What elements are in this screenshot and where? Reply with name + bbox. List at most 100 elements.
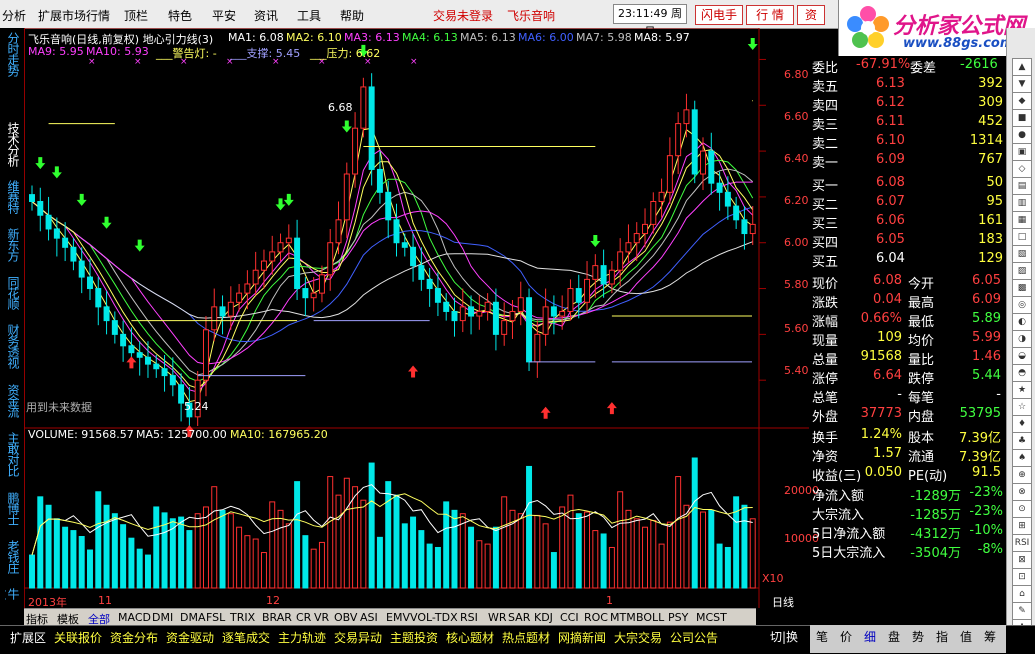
menu-analysis[interactable]: 分析	[2, 7, 26, 24]
toolbar-icon[interactable]: ▼	[1012, 75, 1032, 93]
indicator-tab-trix[interactable]: TRIX	[230, 611, 255, 624]
toolbar-icon[interactable]: ●	[1012, 126, 1032, 144]
toolbar-icon[interactable]: ♠	[1012, 449, 1032, 467]
toolbar-icon[interactable]: ◑	[1012, 330, 1032, 348]
toolbar-icon[interactable]: ⊞	[1012, 517, 1032, 535]
indicator-tab-fsl[interactable]: FSL	[206, 611, 225, 624]
toolbar-icon[interactable]: ♦	[1012, 415, 1032, 433]
buy-level-row[interactable]: 买四 6.05 183	[810, 231, 1005, 251]
bottom-bar-item[interactable]: 主力轨迹	[278, 629, 326, 646]
nav-xindongfang[interactable]: 新东方	[5, 228, 20, 261]
menu-topbar[interactable]: 顶栏	[124, 7, 148, 24]
indicator-tab-rsi[interactable]: RSI	[460, 611, 478, 624]
toolbar-icon[interactable]: ⌂	[1012, 585, 1032, 603]
right-bottom-tab[interactable]: 势	[912, 628, 924, 645]
nav-laoqianzhuang[interactable]: 老钱庄	[5, 540, 20, 573]
toolbar-icon[interactable]: ◐	[1012, 313, 1032, 331]
indicator-tab-dma[interactable]: DMA	[180, 611, 206, 624]
toolbar-icon[interactable]: ⊙	[1012, 500, 1032, 518]
right-bottom-tab[interactable]: 笔	[816, 628, 828, 645]
toolbar-icon[interactable]: ◓	[1012, 364, 1032, 382]
bottom-bar-item[interactable]: 大宗交易	[614, 629, 662, 646]
toolbar-icon[interactable]: ◆	[1012, 92, 1032, 110]
toolbar-icon[interactable]: ⊠	[1012, 551, 1032, 569]
toolbar-icon[interactable]: ■	[1012, 109, 1032, 127]
indicator-tab-kdj[interactable]: KDJ	[534, 611, 553, 624]
menu-extended-market[interactable]: 扩展市场行情	[38, 7, 110, 24]
toolbar-icon[interactable]: ⊡	[1012, 568, 1032, 586]
period-label[interactable]: 日线	[772, 594, 794, 610]
toolbar-icon[interactable]: ▣	[1012, 143, 1032, 161]
info-button[interactable]: 资	[797, 5, 825, 25]
bottom-bar-item[interactable]: 核心题材	[446, 629, 494, 646]
nav-technical[interactable]: 技术分析	[5, 122, 20, 166]
indicator-tab-dmi[interactable]: DMI	[152, 611, 173, 624]
indicator-tab-macd[interactable]: MACD	[118, 611, 151, 624]
sell-level-row[interactable]: 卖三 6.11 452	[810, 113, 1005, 133]
nav-pengboshi[interactable]: 鹏博士	[5, 492, 20, 525]
bottom-bar-item[interactable]: 扩展区	[10, 629, 46, 646]
buy-level-row[interactable]: 买五 6.04 129	[810, 250, 1005, 270]
bottom-bar-item[interactable]: 主题投资	[390, 629, 438, 646]
nav-finance[interactable]: 财务透视	[5, 324, 20, 368]
menu-pingan[interactable]: 平安	[212, 7, 236, 24]
right-bottom-tab[interactable]: 价	[840, 628, 852, 645]
toolbar-icon[interactable]: ▩	[1012, 279, 1032, 297]
menu-features[interactable]: 特色	[168, 7, 192, 24]
indicator-tab-mtm[interactable]: MTM	[610, 611, 636, 624]
right-bottom-tab[interactable]: 细	[864, 628, 876, 645]
right-bottom-tab[interactable]: 筹	[984, 628, 996, 645]
nav-compare[interactable]: 主敢对比	[5, 432, 20, 476]
right-bottom-tab[interactable]: 值	[960, 628, 972, 645]
indicator-tab-cr[interactable]: CR	[296, 611, 311, 624]
trade-login-status[interactable]: 交易未登录	[433, 7, 493, 24]
toolbar-icon[interactable]: ▦	[1012, 211, 1032, 229]
bottom-bar-item[interactable]: 逐笔成交	[222, 629, 270, 646]
menu-tools[interactable]: 工具	[297, 7, 321, 24]
toolbar-icon[interactable]: ▨	[1012, 262, 1032, 280]
indicator-tab-boll[interactable]: BOLL	[636, 611, 664, 624]
toolbar-icon[interactable]: □	[1012, 228, 1032, 246]
indicator-tab-sar[interactable]: SAR	[508, 611, 530, 624]
sell-level-row[interactable]: 卖二 6.10 1314	[810, 132, 1005, 152]
toolbar-icon[interactable]: ✎	[1012, 602, 1032, 620]
right-bottom-tab[interactable]: 指	[936, 628, 948, 645]
toolbar-icon[interactable]: ▤	[1012, 177, 1032, 195]
indicator-tab-mcst[interactable]: MCST	[696, 611, 727, 624]
toolbar-icon[interactable]: ♣	[1012, 432, 1032, 450]
sell-level-row[interactable]: 卖一 6.09 767	[810, 151, 1005, 171]
indicator-tab-vol-tdx[interactable]: VOL-TDX	[410, 611, 458, 624]
nav-tonghuashun[interactable]: 同花顺	[5, 276, 20, 309]
indicator-tab-roc[interactable]: ROC	[584, 611, 608, 624]
indicator-tab-cci[interactable]: CCI	[560, 611, 579, 624]
toolbar-icon[interactable]: ◎	[1012, 296, 1032, 314]
indicator-tab-vr[interactable]: VR	[314, 611, 329, 624]
toolbar-icon[interactable]: ▥	[1012, 194, 1032, 212]
indicator-tab-obv[interactable]: OBV	[334, 611, 357, 624]
sell-level-row[interactable]: 卖五 6.13 392	[810, 75, 1005, 95]
indicator-tab-brar[interactable]: BRAR	[262, 611, 292, 624]
buy-level-row[interactable]: 买一 6.08 50	[810, 174, 1005, 194]
buy-level-row[interactable]: 买三 6.06 161	[810, 212, 1005, 232]
toolbar-icon[interactable]: ◒	[1012, 347, 1032, 365]
bottom-bar-item[interactable]: 网摘新闻	[558, 629, 606, 646]
bottom-bar-item[interactable]: 资金驱动	[166, 629, 214, 646]
kline-svg[interactable]: × × × × × × × ×	[24, 28, 809, 608]
nav-weisaite[interactable]: 维赛特	[5, 180, 20, 213]
indicator-tab-psy[interactable]: PSY	[668, 611, 688, 624]
nav-fundflow[interactable]: 资金流	[5, 384, 20, 417]
toolbar-icon[interactable]: ⊕	[1012, 466, 1032, 484]
quote-button[interactable]: 行 情	[746, 5, 794, 25]
toolbar-icon[interactable]: ⊗	[1012, 483, 1032, 501]
sell-level-row[interactable]: 卖四 6.12 309	[810, 94, 1005, 114]
toolbar-icon[interactable]: ★	[1012, 381, 1032, 399]
toolbar-icon[interactable]: ▧	[1012, 245, 1032, 263]
right-bottom-tab[interactable]: 盘	[888, 628, 900, 645]
indicator-tab-wr[interactable]: WR	[488, 611, 507, 624]
bottom-bar-item[interactable]: 热点题材	[502, 629, 550, 646]
toolbar-icon[interactable]: ◇	[1012, 160, 1032, 178]
kline-chart[interactable]: × × × × × × × × 飞乐音响(日线,前复权) 地心引力线(3) MA1: 6.08…	[24, 28, 819, 610]
toolbar-icon[interactable]: RSI	[1012, 534, 1032, 552]
menu-help[interactable]: 帮助	[340, 7, 364, 24]
menu-news[interactable]: 资讯	[254, 7, 278, 24]
